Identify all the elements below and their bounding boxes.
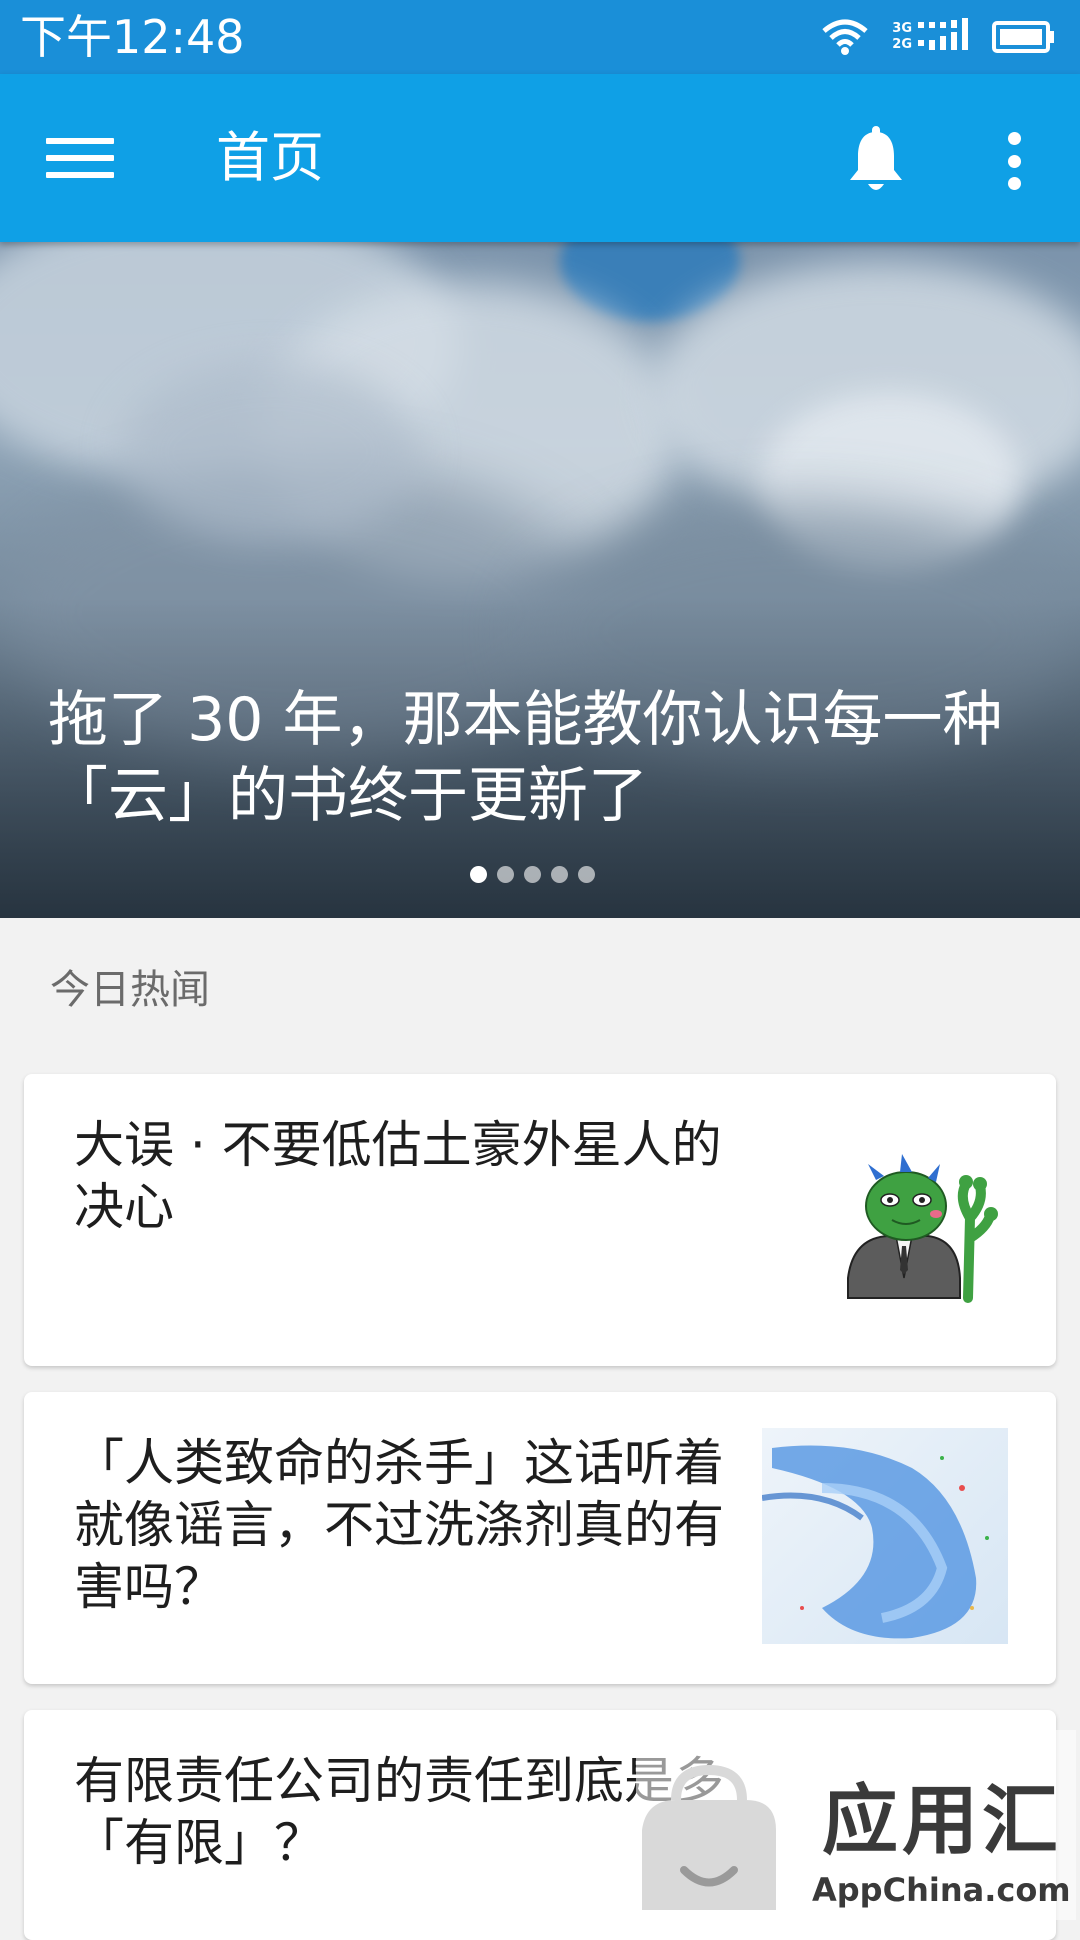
hero-headline[interactable]: 拖了 30 年，那本能教你认识每一种「云」的书终于更新了 — [48, 682, 1038, 834]
network-label-2g: 2G — [892, 37, 912, 52]
cellular-signal-icon: 3G 2G — [892, 18, 970, 56]
status-time: 下午12:48 — [20, 10, 245, 64]
carousel-indicator — [470, 866, 595, 883]
status-bar: 下午12:48 3G 2G — [0, 0, 1080, 74]
appchina-watermark: 应用汇 AppChina.com — [636, 1730, 1076, 1920]
status-icons: 3G 2G — [820, 14, 1056, 60]
carousel-dot[interactable] — [497, 866, 514, 883]
hero-banner[interactable]: 拖了 30 年，那本能教你认识每一种「云」的书终于更新了 — [0, 242, 1080, 918]
app-toolbar: 首页 — [0, 74, 1080, 242]
carousel-dot[interactable] — [578, 866, 595, 883]
hamburger-menu-icon[interactable] — [46, 130, 114, 186]
carousel-dot[interactable] — [470, 866, 487, 883]
detergent-thumbnail — [762, 1428, 1008, 1644]
wifi-icon — [822, 19, 868, 55]
network-label-3g: 3G — [892, 21, 912, 36]
article-title: 「人类致命的杀手」这话听着就像谣言，不过洗涤剂真的有害吗？ — [74, 1434, 724, 1616]
watermark-brand: 应用汇 — [822, 1776, 1062, 1865]
article-card[interactable]: 「人类致命的杀手」这话听着就像谣言，不过洗涤剂真的有害吗？ — [24, 1392, 1056, 1684]
bell-icon[interactable] — [846, 126, 906, 196]
watermark-domain: AppChina.com — [812, 1871, 1071, 1909]
battery-icon — [992, 21, 1054, 53]
carousel-dot[interactable] — [551, 866, 568, 883]
carousel-dot[interactable] — [524, 866, 541, 883]
article-title: 大误 · 不要低估土豪外星人的决心 — [74, 1116, 722, 1236]
alien-cartoon-thumbnail — [808, 1128, 1008, 1328]
page-title: 首页 — [216, 126, 324, 189]
article-card[interactable]: 大误 · 不要低估土豪外星人的决心 — [24, 1074, 1056, 1366]
more-vert-icon[interactable] — [998, 126, 1030, 196]
section-title: 今日热闻 — [50, 967, 210, 1013]
